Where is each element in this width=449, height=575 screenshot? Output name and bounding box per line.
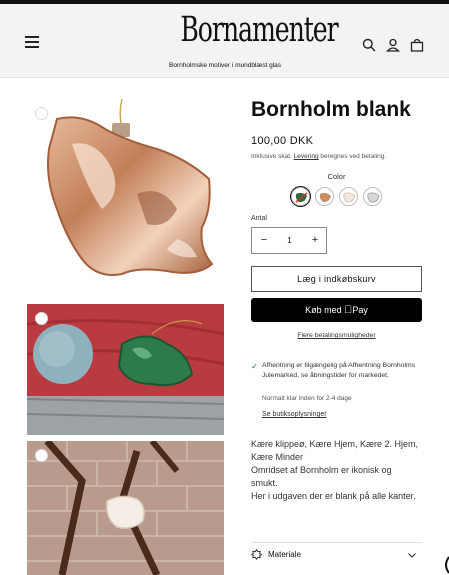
description-line: Her i udgaven der er blank på alle kante… (251, 491, 416, 501)
accordion-materiale[interactable]: Materiale (251, 543, 422, 567)
more-payment-options-link[interactable]: Flere betalingsmuligheder (251, 332, 422, 339)
apple-pay-button[interactable]: Køb med Pay (251, 298, 422, 322)
pay-brand: Pay (348, 305, 368, 315)
accordion-label: Materiale (268, 550, 301, 559)
pay-prefix: Køb med (305, 305, 342, 315)
quantity-input[interactable] (276, 231, 303, 250)
description-line: Kære klippeø, Kære Hjem, Kære 2. Hjem, K… (251, 439, 419, 462)
cart-icon[interactable] (410, 38, 424, 52)
search-icon[interactable] (362, 38, 376, 52)
logo-tagline: Bornholmske motiver i mundblæst glas (169, 62, 281, 69)
green-ornament-image (27, 304, 224, 435)
product-image-blank[interactable] (27, 441, 224, 575)
scroll-edge (445, 556, 449, 574)
tax-prefix: Inklusive skat. (251, 153, 292, 160)
quantity-plus-button[interactable]: + (303, 228, 327, 253)
add-to-cart-button[interactable]: Læg i indkøbskurv (251, 266, 422, 292)
product-description: Kære klippeø, Kære Hjem, Kære 2. Hjem, K… (251, 438, 419, 503)
swatch-copper[interactable] (315, 187, 334, 206)
zoom-icon[interactable] (35, 312, 48, 325)
pickup-ready-time: Normalt klar inden for 2-4 dage (262, 395, 352, 402)
description-line: Omridset af Bornholm er ikonisk og smukt… (251, 465, 392, 488)
account-icon[interactable] (386, 38, 400, 52)
swatch-green[interactable] (291, 187, 310, 206)
logo[interactable]: Bornamenter (180, 10, 338, 50)
material-icon (251, 549, 262, 560)
product-price: 100,00 DKK (251, 135, 314, 147)
swatch-silver[interactable] (363, 187, 382, 206)
product-image-copper[interactable] (27, 99, 224, 299)
shipping-link[interactable]: Levering (294, 153, 319, 160)
quantity-minus-button[interactable]: − (252, 228, 276, 253)
quantity-stepper: − + (251, 227, 327, 254)
zoom-icon[interactable] (35, 449, 48, 462)
store-info-link[interactable]: Se butiksoplysninger (262, 411, 327, 418)
menu-icon[interactable] (25, 36, 39, 48)
swatch-blank[interactable] (339, 187, 358, 206)
product-image-green[interactable] (27, 304, 224, 435)
zoom-icon[interactable] (35, 107, 48, 120)
blank-ornament-image (27, 441, 224, 575)
color-label: Color (327, 172, 346, 181)
checkmark-icon: ✓ (251, 362, 258, 371)
product-title: Bornholm blank (251, 98, 411, 121)
pickup-text: Afhentning er tilgængelig på (262, 362, 347, 369)
site-header: Bornamenter Bornholmske motiver i mundbl… (0, 4, 449, 78)
tax-suffix: beregnes ved betaling. (320, 153, 387, 160)
quantity-label: Antal (251, 215, 267, 222)
pickup-availability: Afhentning er tilgængelig på Afhentning … (262, 361, 422, 380)
chevron-down-icon (408, 553, 416, 558)
tax-note: Inklusive skat. Levering beregnes ved be… (251, 153, 386, 160)
copper-ornament-image (47, 99, 214, 276)
